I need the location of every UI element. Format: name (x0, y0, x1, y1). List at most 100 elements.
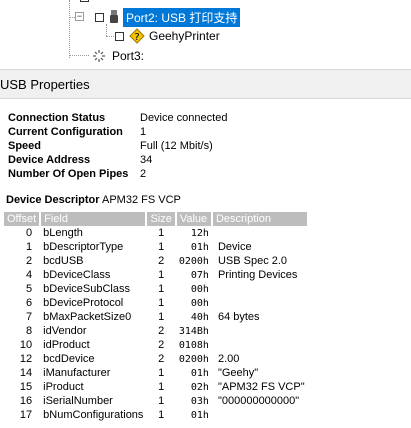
table-cell-field: iSerialNumber (43, 395, 113, 407)
table-cell-offset: 7 (26, 311, 33, 323)
tree-connector-line (69, 0, 70, 58)
table-cell-desc (212, 226, 308, 240)
table-cell-size: 1 (158, 381, 165, 393)
table-row: 7 bMaxPacketSize0 1 40h 64 bytes (4, 310, 308, 324)
descriptor-title-label: Device Descriptor (6, 194, 100, 206)
table-row: 0 bLength 1 12h (4, 226, 308, 240)
property-label: Speed (8, 140, 42, 152)
table-cell-size: 1 (158, 297, 165, 309)
descriptor-title-value: APM32 FS VCP (102, 194, 181, 206)
warning-device-icon: ? (129, 28, 145, 44)
property-row: Current Configuration 1 (8, 126, 146, 138)
property-label: Device Address (8, 154, 91, 166)
table-row: 14 iManufacturer 1 01h "Geehy" (4, 366, 308, 380)
table-cell-offset: 15 (19, 381, 33, 393)
table-cell-value: 02h (190, 381, 209, 393)
table-cell-field: bMaxPacketSize0 (43, 311, 132, 323)
table-cell-desc: "Geehy" (217, 367, 259, 379)
tree-item-label: Port2: USB 打印支持 (123, 7, 241, 27)
table-cell-size: 1 (158, 395, 165, 407)
table-cell-value: 07h (190, 269, 209, 281)
table-cell-offset: 6 (26, 297, 33, 309)
table-cell-field: bLength (43, 227, 83, 239)
property-value: 1 (140, 126, 147, 138)
property-row: Number Of Open Pipes 2 (8, 168, 146, 180)
table-cell-desc: 64 bytes (217, 311, 260, 323)
table-cell-field: bDeviceClass (43, 269, 111, 281)
table-cell-offset: 14 (19, 367, 33, 379)
table-cell-offset: 17 (19, 409, 33, 421)
tree-checkbox[interactable] (95, 12, 104, 22)
property-value: Full (12 Mbit/s) (140, 140, 213, 152)
property-label: Current Configuration (8, 126, 123, 138)
column-header[interactable]: Value (175, 212, 213, 226)
tree-checkbox[interactable] (80, 0, 89, 2)
table-row: 8 idVendor 2 314Bh (4, 324, 308, 338)
property-label: Connection Status (8, 112, 106, 124)
table-cell-field: bcdDevice (43, 353, 95, 365)
table-cell-size: 2 (158, 255, 165, 267)
property-value: 34 (140, 154, 153, 166)
collapse-toggle-icon[interactable]: − (75, 12, 84, 21)
table-cell-field: bDeviceSubClass (43, 283, 130, 295)
table-cell-size: 1 (158, 283, 165, 295)
table-cell-offset: 10 (19, 339, 33, 351)
descriptor-title: Device Descriptor APM32 FS VCP (6, 194, 181, 206)
property-label: Number Of Open Pipes (8, 168, 129, 180)
tree-item-port2[interactable]: Port2: USB 打印支持 (95, 7, 241, 27)
empty-port-icon (93, 50, 105, 62)
property-row: Speed Full (12 Mbit/s) (8, 140, 213, 152)
table-row: 10 idProduct 2 0108h (4, 338, 308, 352)
tree-connector-line (69, 55, 89, 56)
table-cell-value: 314Bh (178, 325, 209, 337)
table-cell-offset: 8 (26, 325, 33, 337)
table-cell-offset: 1 (26, 241, 33, 253)
table-cell-offset: 2 (26, 255, 33, 267)
table-cell-value: 01h (190, 367, 209, 379)
table-cell-desc: 2.00 (217, 353, 240, 365)
table-row: 17 bNumConfigurations 1 01h (4, 408, 308, 422)
column-header[interactable]: Field (40, 212, 148, 226)
table-cell-field: bDescriptorType (43, 241, 124, 253)
table-cell-size: 1 (158, 367, 165, 379)
svg-text:?: ? (134, 32, 139, 43)
table-cell-field: idProduct (43, 339, 90, 351)
table-cell-offset: 16 (19, 395, 33, 407)
tree-checkbox[interactable] (115, 31, 124, 41)
table-cell-desc: "000000000000" (217, 395, 300, 407)
table-cell-field: iManufacturer (43, 367, 111, 379)
table-cell-desc (212, 408, 308, 422)
table-cell-value: 0108h (178, 339, 209, 351)
column-header[interactable]: Size (146, 212, 177, 226)
tree-item-label: GeehyPrinter (149, 29, 220, 43)
property-row: Connection Status Device connected (8, 112, 227, 124)
table-row: 2 bcdUSB 2 0200h USB Spec 2.0 (4, 254, 308, 268)
tree-item-device[interactable]: ? GeehyPrinter (115, 27, 220, 45)
table-cell-value: 00h (190, 297, 209, 309)
column-header[interactable]: Description (211, 212, 309, 226)
table-cell-size: 2 (158, 339, 165, 351)
table-cell-desc (212, 338, 308, 352)
usb-plug-icon (110, 10, 118, 23)
table-cell-size: 1 (158, 227, 165, 239)
table-cell-field: idVendor (43, 325, 87, 337)
table-row: 15 iProduct 1 02h "APM32 FS VCP" (4, 380, 308, 394)
table-cell-desc: Printing Devices (217, 269, 298, 281)
table-cell-desc (212, 282, 308, 296)
table-cell-desc: "APM32 FS VCP" (217, 381, 305, 393)
table-cell-value: 01h (190, 241, 209, 253)
property-value: Device connected (140, 112, 228, 124)
table-cell-value: 40h (190, 311, 209, 323)
tree-item-port3[interactable]: Port3: (92, 47, 144, 65)
table-cell-size: 1 (158, 269, 165, 281)
properties-content: Connection Status Device connected Curren… (0, 100, 411, 428)
table-cell-value: 12h (190, 227, 209, 239)
column-header[interactable]: Offset (4, 212, 42, 226)
table-header-row: Offset Field Size Value Description (4, 212, 309, 226)
table-cell-value: 01h (190, 409, 209, 421)
table-row: 5 bDeviceSubClass 1 00h (4, 282, 308, 296)
table-cell-offset: 5 (26, 283, 33, 295)
property-row: Device Address 34 (8, 154, 152, 166)
tree-item-partial (80, 0, 89, 6)
table-cell-field: bcdUSB (43, 255, 84, 267)
